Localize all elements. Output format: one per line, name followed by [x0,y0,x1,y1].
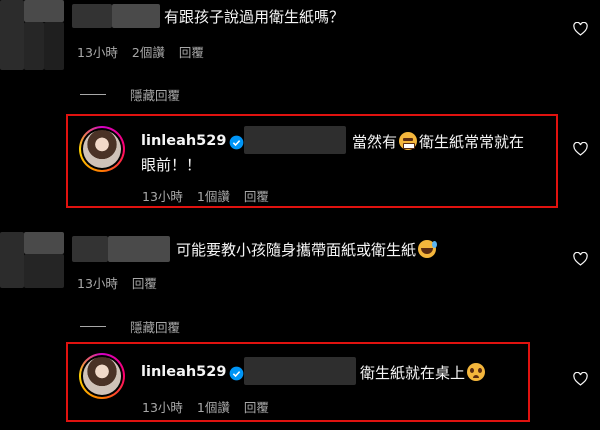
heart-icon[interactable] [573,142,588,156]
verified-icon [229,366,244,381]
sweat-smile-emoji [418,240,438,258]
reply-text-part: 衛生紙就在桌上 [360,364,466,382]
hide-replies-line [80,326,106,327]
comment-time: 13小時 [77,276,118,291]
redacted-username [72,4,112,28]
hide-replies-button[interactable]: 隱藏回覆 [130,85,180,104]
redacted-mention [244,126,346,154]
redacted-block [24,232,64,254]
redacted-block [24,0,64,22]
redacted-block [24,22,44,70]
redacted-block [44,22,64,70]
redacted-mention [244,357,356,385]
verified-icon [229,135,244,150]
reply-text-line1: 當然有 衛生紙常常就在 [352,131,524,153]
redacted-username [112,4,160,28]
heart-icon[interactable] [573,252,588,266]
comment-time: 13小時 [142,189,183,204]
comment-time: 13小時 [77,45,118,60]
hide-replies-button[interactable]: 隱藏回覆 [130,317,180,336]
reply-text: 衛生紙就在桌上 [360,362,487,384]
comment-text-part: 可能要教小孩隨身攜帶面紙或衛生紙 [176,241,417,259]
comment-meta: 13小時 回覆 [77,273,171,292]
grimacing-face-emoji [399,132,418,150]
comment-meta: 13小時 1個讚 回覆 [142,186,283,205]
username[interactable]: linleah529 [141,133,226,149]
like-count[interactable]: 1個讚 [197,397,230,416]
heart-icon[interactable] [573,372,588,386]
user-avatar[interactable] [79,353,125,399]
reply-button[interactable]: 回覆 [244,397,269,416]
username[interactable]: linleah529 [141,364,226,380]
comment-meta: 13小時 1個讚 回覆 [142,397,283,416]
comment-meta: 13小時 2個讚 回覆 [77,42,218,61]
reply-text-line2: 眼前！！ [141,156,202,174]
redacted-username [72,236,108,262]
avatar-photo [83,357,121,395]
comment-time: 13小時 [142,400,183,415]
avatar-photo [83,130,121,168]
reply-button[interactable]: 回覆 [132,273,157,292]
reply-text-part: 衛生紙常常就在 [419,133,525,151]
user-avatar[interactable] [79,126,125,172]
like-count[interactable]: 2個讚 [132,42,165,61]
redacted-avatar [0,232,24,288]
reply-button[interactable]: 回覆 [179,42,204,61]
redacted-username [108,236,170,262]
like-count[interactable]: 1個讚 [197,186,230,205]
reply-button[interactable]: 回覆 [244,186,269,205]
redacted-avatar [0,0,24,70]
hide-replies-line [80,94,106,95]
heart-icon[interactable] [573,22,588,36]
redacted-block [24,254,64,288]
comment-text: 有跟孩子說過用衛生紙嗎？ [164,8,345,26]
comment-text: 可能要教小孩隨身攜帶面紙或衛生紙 [176,239,438,261]
pleading-face-emoji [467,363,486,381]
reply-text-part: 當然有 [352,133,398,151]
